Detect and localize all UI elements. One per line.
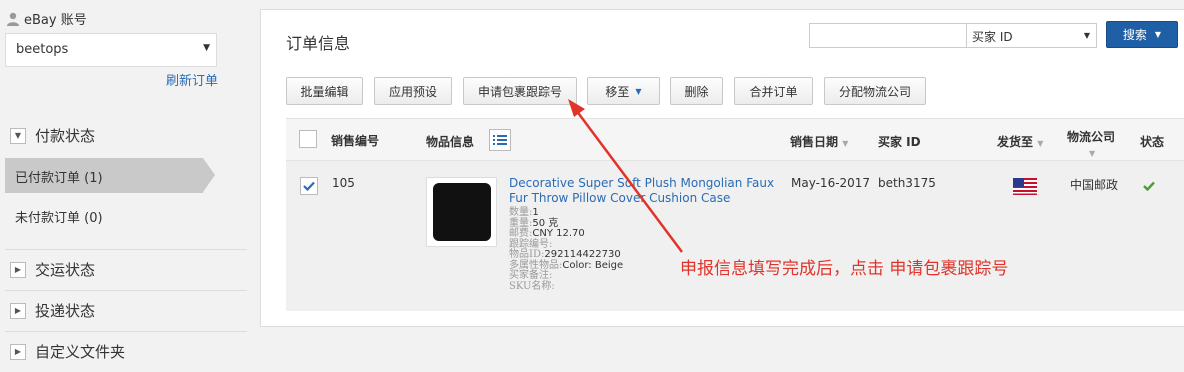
- annotation-text: 申报信息填写完成后，点击 申请包裹跟踪号: [680, 259, 1009, 279]
- annotation-arrow: [568, 99, 684, 253]
